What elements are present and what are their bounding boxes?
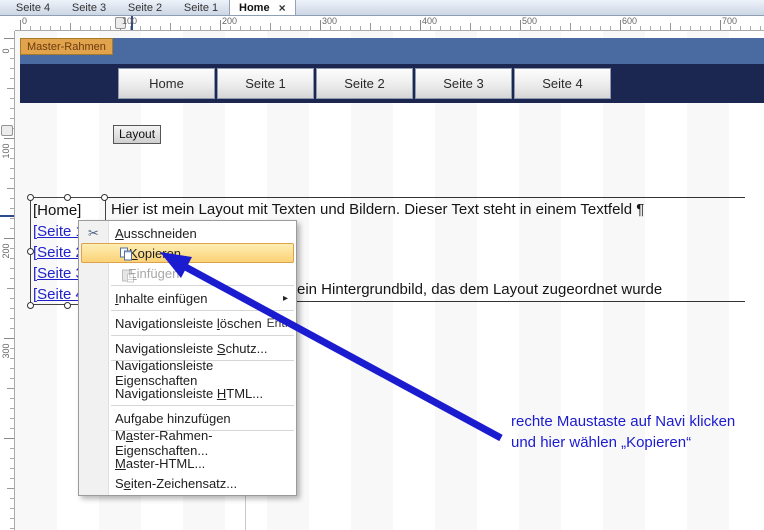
ruler-number: 400: [422, 16, 437, 26]
ruler-number: 600: [622, 16, 637, 26]
copy-icon: [120, 247, 134, 262]
submenu-arrow-icon: ▸: [283, 293, 288, 304]
menu-item-aufgabe-hinzufügen[interactable]: Aufgabe hinzufügen: [79, 408, 296, 428]
scissors-icon: ✂: [86, 226, 101, 241]
layout-tag[interactable]: Layout: [113, 125, 161, 144]
nav-button-home[interactable]: Home: [118, 68, 215, 99]
app-window: Seite 4Seite 3Seite 2Seite 1Home× 010020…: [0, 0, 764, 530]
paste-icon: [122, 268, 135, 283]
menu-item-label: Einfügen: [128, 266, 179, 281]
annotation-line2: und hier wählen „Kopieren“: [511, 432, 735, 453]
tab-seite-2[interactable]: Seite 2: [117, 0, 173, 15]
tab-label: Home: [239, 2, 270, 14]
nav-button-seite-1[interactable]: Seite 1: [217, 68, 314, 99]
selection-handle[interactable]: [64, 302, 71, 309]
menu-item-label: Navigationsleiste löschen: [115, 316, 262, 331]
text-frame-line2[interactable]: ein Hintergrundbild, das dem Layout zuge…: [297, 281, 745, 302]
menu-item-master-html[interactable]: Master-HTML...: [79, 453, 296, 473]
nav-button-seite-3[interactable]: Seite 3: [415, 68, 512, 99]
ruler-number: 100: [1, 140, 11, 162]
tab-close-icon[interactable]: ×: [279, 3, 286, 13]
tab-label: Seite 2: [128, 2, 162, 14]
header-band: [20, 38, 764, 64]
menu-separator: [111, 285, 294, 286]
selection-handle[interactable]: [64, 194, 71, 201]
ruler-number: 100: [122, 16, 137, 26]
navigation-band: HomeSeite 1Seite 2Seite 3Seite 4: [20, 64, 764, 103]
ruler-number: 0: [1, 40, 11, 62]
menu-shortcut: Entf: [267, 316, 288, 330]
ruler-number: 300: [1, 340, 11, 362]
annotation-line1: rechte Maustaste auf Navi klicken: [511, 411, 735, 432]
ruler-number: 200: [1, 240, 11, 262]
tab-label: Seite 1: [184, 2, 218, 14]
menu-item-ausschneiden[interactable]: ✂ Ausschneiden: [79, 223, 296, 243]
vertical-cursor-line: [0, 215, 14, 217]
menu-item-master-rahmen-eigenschaften[interactable]: Master-Rahmen-Eigenschaften...: [79, 433, 296, 453]
menu-item-navigationsleiste-eigenschaften[interactable]: Navigationsleiste Eigenschaften: [79, 363, 296, 383]
tab-seite-3[interactable]: Seite 3: [61, 0, 117, 15]
menu-item-label: Inhalte einfügen: [115, 291, 208, 306]
vertical-ruler[interactable]: 0 100 200 300: [0, 31, 15, 530]
selection-handle[interactable]: [27, 248, 34, 255]
tab-seite-4[interactable]: Seite 4: [5, 0, 61, 15]
menu-item-seiten-zeichensatz[interactable]: Seiten-Zeichensatz...: [79, 473, 296, 493]
menu-item-navigationsleiste-html[interactable]: Navigationsleiste HTML...: [79, 383, 296, 403]
tab-label: Seite 3: [72, 2, 106, 14]
menu-item-einfügen: Einfügen: [79, 263, 296, 283]
menu-separator: [111, 405, 294, 406]
menu-item-navigationsleiste-löschen[interactable]: Navigationsleiste löschen Entf: [79, 313, 296, 333]
nav-button-seite-4[interactable]: Seite 4: [514, 68, 611, 99]
master-frame-label[interactable]: Master-Rahmen: [20, 38, 113, 55]
menu-separator: [111, 335, 294, 336]
ruler-number: 200: [222, 16, 237, 26]
selection-handle[interactable]: [27, 194, 34, 201]
menu-item-label: Ausschneiden: [115, 226, 197, 241]
ruler-number: 500: [522, 16, 537, 26]
menu-item-label: Aufgabe hinzufügen: [115, 411, 231, 426]
ruler-number: 700: [722, 16, 737, 26]
menu-item-label: Navigationsleiste Schutz...: [115, 341, 267, 356]
annotation-note: rechte Maustaste auf Navi klicken und hi…: [511, 411, 735, 453]
tab-home[interactable]: Home ×: [229, 0, 296, 15]
ruler-number: 300: [322, 16, 337, 26]
ruler-number: 0: [22, 16, 27, 26]
menu-item-kopieren[interactable]: Kopieren: [81, 243, 294, 263]
menu-item-label: Kopieren: [129, 246, 181, 261]
menu-item-navigationsleiste-schutz[interactable]: Navigationsleiste Schutz...: [79, 338, 296, 358]
document-tabbar: Seite 4 Seite 3 Seite 2 Seite 1 Home ×: [0, 0, 764, 16]
table-guide-line: [245, 493, 246, 530]
selection-handle[interactable]: [101, 194, 108, 201]
context-menu: ✂ Ausschneiden Kopieren Einfügen Inhalte ein…: [78, 220, 297, 496]
selection-handle[interactable]: [27, 302, 34, 309]
menu-item-label: Seiten-Zeichensatz...: [115, 476, 237, 491]
menu-separator: [111, 310, 294, 311]
nav-button-seite-2[interactable]: Seite 2: [316, 68, 413, 99]
tab-seite-1[interactable]: Seite 1: [173, 0, 229, 15]
horizontal-ruler[interactable]: 0 100 200 300 400 500 600 700: [15, 16, 764, 31]
vertical-guide-marker[interactable]: [1, 125, 13, 136]
ruler-corner: [0, 16, 15, 31]
site-navigation-bar: HomeSeite 1Seite 2Seite 3Seite 4: [118, 68, 613, 99]
menu-item-label: Master-HTML...: [115, 456, 205, 471]
text-frame-line1[interactable]: Hier ist mein Layout mit Texten und Bild…: [105, 197, 745, 218]
menu-item-inhalte-einfügen[interactable]: Inhalte einfügen ▸: [79, 288, 296, 308]
navlist-link[interactable]: [Home]: [33, 200, 105, 221]
tab-label: Seite 4: [16, 2, 50, 14]
menu-item-label: Navigationsleiste HTML...: [115, 386, 263, 401]
